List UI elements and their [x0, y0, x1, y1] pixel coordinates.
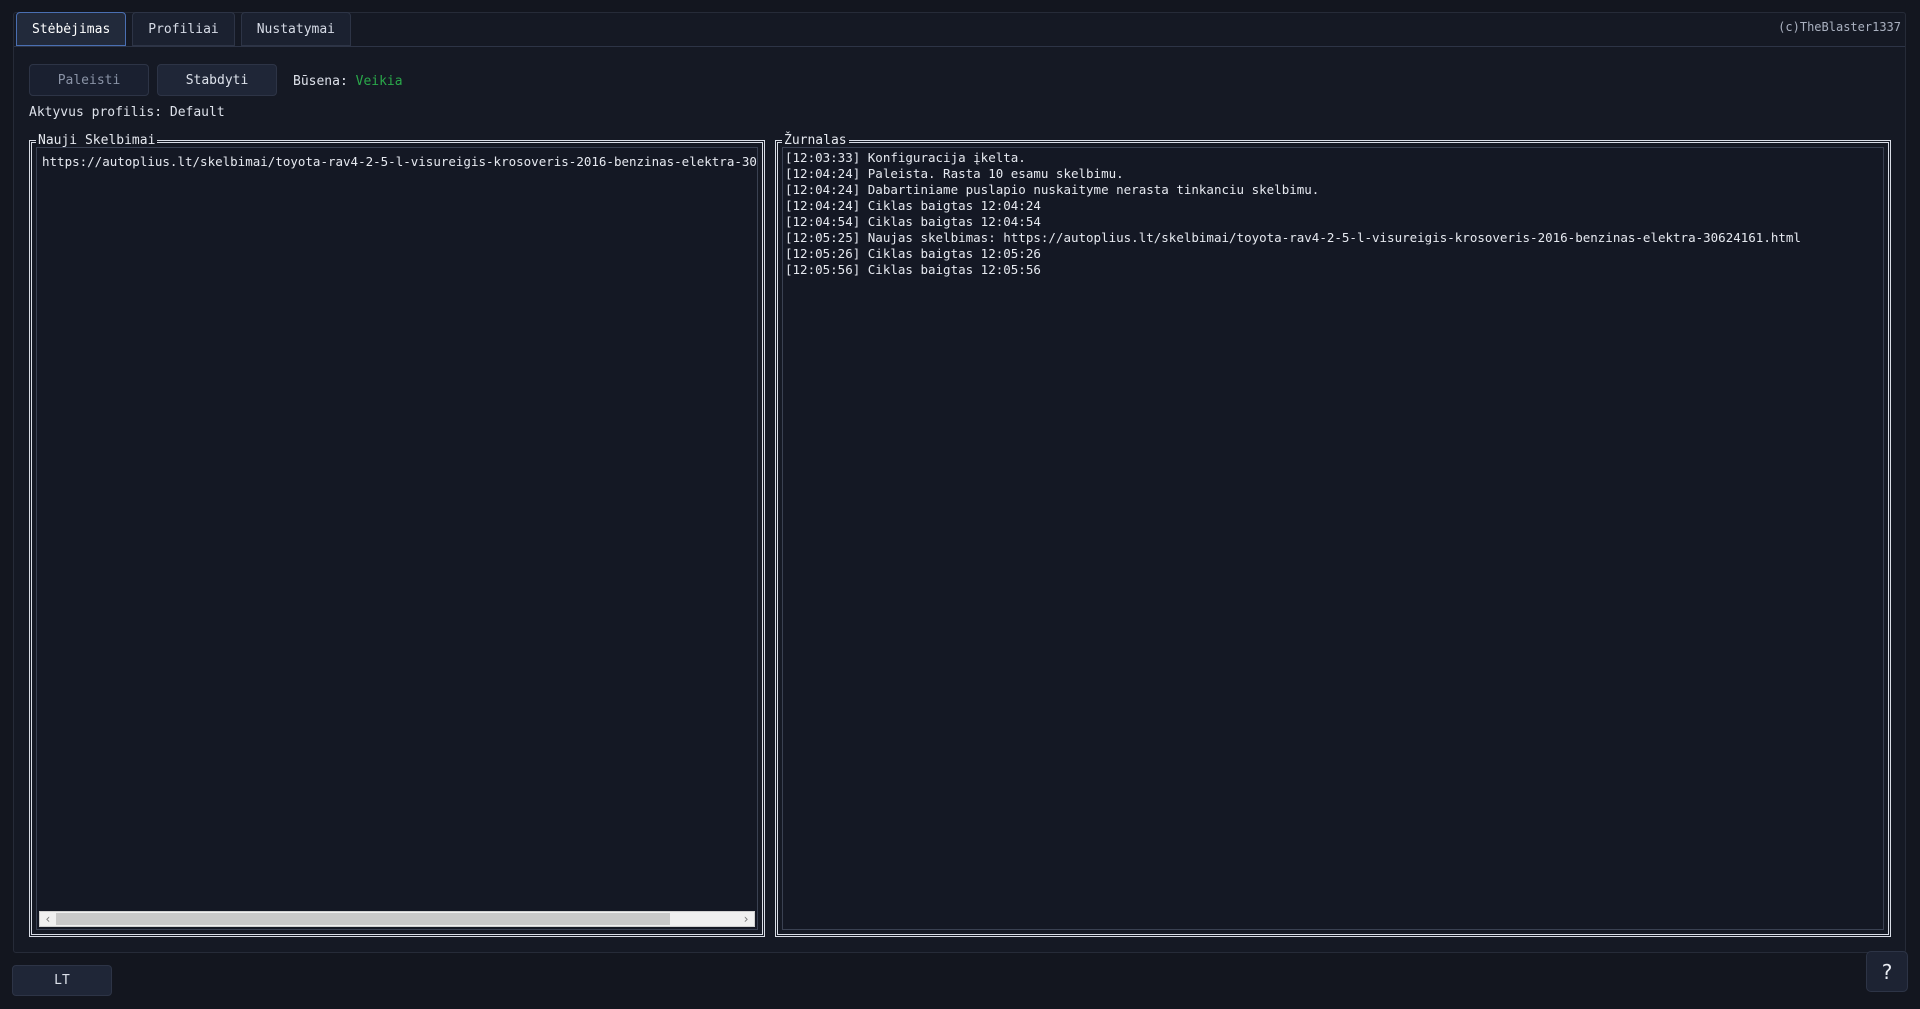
tab-monitoring[interactable]: Stėbėjimas — [16, 12, 127, 46]
status-indicator: Būsena: Veikia — [293, 74, 403, 89]
log-lines: [12:03:33] Konfiguracija įkelta. [12:04:… — [785, 150, 1801, 278]
scrollbar-thumb[interactable] — [56, 913, 670, 925]
log-textarea[interactable]: [12:03:33] Konfiguracija įkelta. [12:04:… — [782, 147, 1884, 930]
start-button[interactable]: Paleisti — [29, 64, 149, 96]
new-ads-group: Nauji Skelbimai https://autoplius.lt/ske… — [29, 134, 765, 937]
tab-profiles[interactable]: Profiliai — [132, 12, 235, 46]
log-line: [12:03:33] Konfiguracija įkelta. — [785, 150, 1026, 165]
log-line: [12:04:54] Ciklas baigtas 12:04:54 — [785, 214, 1041, 229]
log-line: [12:05:25] Naujas skelbimas: https://aut… — [785, 230, 1801, 245]
tab-settings[interactable]: Nustatymai — [240, 12, 352, 46]
language-button[interactable]: LT — [12, 965, 112, 996]
copyright-text: (c)TheBlaster1337 — [1778, 20, 1901, 34]
help-button[interactable]: ? — [1866, 951, 1908, 992]
tab-divider — [14, 46, 1905, 47]
status-label: Būsena: — [293, 74, 348, 89]
stop-button[interactable]: Stabdyti — [157, 64, 277, 96]
horizontal-scrollbar[interactable]: ‹ › — [39, 911, 755, 927]
scroll-right-icon[interactable]: › — [738, 912, 754, 926]
log-line: [12:04:24] Dabartiniame puslapio nuskait… — [785, 182, 1320, 197]
active-profile-text: Aktyvus profilis: Default — [29, 105, 225, 120]
log-title: Žurnalas — [782, 133, 849, 148]
log-line: [12:04:24] Paleista. Rasta 10 esamu skel… — [785, 166, 1124, 181]
log-group: Žurnalas [12:03:33] Konfiguracija įkelta… — [775, 134, 1891, 937]
scroll-left-icon[interactable]: ‹ — [40, 912, 56, 926]
list-item[interactable]: https://autoplius.lt/skelbimai/toyota-ra… — [42, 154, 757, 169]
log-line: [12:05:26] Ciklas baigtas 12:05:26 — [785, 246, 1041, 261]
log-line: [12:05:56] Ciklas baigtas 12:05:56 — [785, 262, 1041, 277]
status-value: Veikia — [355, 74, 403, 89]
log-line: [12:04:24] Ciklas baigtas 12:04:24 — [785, 198, 1041, 213]
new-ads-title: Nauji Skelbimai — [36, 133, 158, 148]
new-ads-list[interactable]: https://autoplius.lt/skelbimai/toyota-ra… — [36, 147, 758, 930]
scrollbar-track[interactable] — [56, 912, 738, 926]
tab-bar: Stėbėjimas Profiliai Nustatymai — [16, 12, 352, 47]
